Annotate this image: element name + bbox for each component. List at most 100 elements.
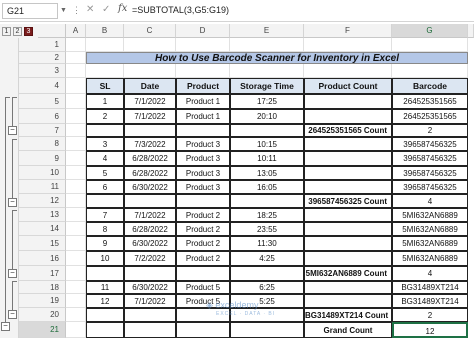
cell-date[interactable]: 7/1/2022 [124,94,176,109]
cell-barcode[interactable]: 264525351565 [392,94,468,109]
cell-time[interactable]: 16:05 [230,180,304,194]
cell-product[interactable]: Product 1 [176,109,230,124]
cell-sl[interactable]: 1 [86,94,124,109]
cell-date[interactable]: 6/30/2022 [124,180,176,194]
cell-barcode[interactable]: 396587456325 [392,151,468,166]
grid-cell[interactable] [176,64,230,78]
select-all-button[interactable] [38,24,66,38]
row-header-4[interactable]: 4 [19,78,66,94]
cell-count[interactable] [304,281,392,294]
grid-cell[interactable] [86,38,124,52]
cell-time[interactable]: 20:10 [230,109,304,124]
cell-barcode[interactable]: 12 [392,322,468,338]
grid-cell[interactable] [66,322,86,338]
grid-cell[interactable] [66,294,86,308]
grid-cell[interactable] [66,180,86,194]
cell-barcode[interactable]: 5MI632AN6889 [392,208,468,222]
cell-date[interactable] [124,266,176,281]
column-header-e[interactable]: E [230,24,304,38]
grid-cell[interactable] [66,251,86,266]
row-header-5[interactable]: 5 [19,94,66,109]
grid-cell[interactable] [66,52,86,64]
grid-cell[interactable] [124,64,176,78]
cell-product[interactable]: Product 3 [176,151,230,166]
row-header-14[interactable]: 14 [19,222,66,236]
cell-sl[interactable] [86,124,124,137]
cell-count[interactable] [304,294,392,308]
outline-level-2-button[interactable]: 2 [13,27,22,36]
cell-product[interactable]: Product 3 [176,166,230,180]
cell-barcode[interactable]: BG31489XT214 [392,281,468,294]
cell-date[interactable] [124,308,176,322]
cell-product[interactable]: Product 2 [176,208,230,222]
row-header-1[interactable]: 1 [19,38,66,52]
cell-count[interactable]: 264525351565 Count [304,124,392,137]
cell-date[interactable]: 7/2/2022 [124,251,176,266]
cell-sl[interactable]: 6 [86,180,124,194]
grid-cell[interactable] [230,64,304,78]
cell-time[interactable]: 23:55 [230,222,304,236]
grid-cell[interactable] [66,94,86,109]
cancel-icon[interactable]: ✕ [86,4,94,15]
row-header-11[interactable]: 11 [19,180,66,194]
formula-input[interactable]: =SUBTOTAL(3,G5:G19) [132,5,229,15]
cell-barcode[interactable]: 264525351565 [392,109,468,124]
cell-date[interactable]: 7/1/2022 [124,208,176,222]
cell-date[interactable]: 6/28/2022 [124,151,176,166]
cell-sl[interactable]: 3 [86,137,124,151]
row-header-12[interactable]: 12 [19,194,66,208]
collapse-outer-group-button[interactable]: − [1,322,10,331]
name-box[interactable]: G21 [2,3,58,19]
grid-cell[interactable] [304,64,392,78]
row-header-13[interactable]: 13 [19,208,66,222]
grid-cell[interactable] [66,194,86,208]
grid-cell[interactable] [66,64,86,78]
cell-sl[interactable] [86,194,124,208]
cell-sl[interactable]: 2 [86,109,124,124]
cell-sl[interactable] [86,322,124,338]
cell-product[interactable]: Product 2 [176,236,230,251]
cell-count[interactable] [304,222,392,236]
grid-cell[interactable] [230,38,304,52]
grid-cell[interactable] [66,166,86,180]
cell-count[interactable] [304,166,392,180]
cell-sl[interactable]: 5 [86,166,124,180]
cell-time[interactable] [230,322,304,338]
cell-date[interactable]: 7/1/2022 [124,294,176,308]
row-header-18[interactable]: 18 [19,281,66,294]
cell-product[interactable]: Product 3 [176,137,230,151]
cell-date[interactable] [124,124,176,137]
cell-barcode[interactable]: 396587456325 [392,166,468,180]
cell-time[interactable]: 13:05 [230,166,304,180]
cell-count[interactable]: Grand Count [304,322,392,338]
row-header-19[interactable]: 19 [19,294,66,308]
cell-date[interactable] [124,194,176,208]
cell-sl[interactable] [86,266,124,281]
cell-time[interactable] [230,194,304,208]
grid-cell[interactable] [66,124,86,137]
column-header-g[interactable]: G [392,24,468,38]
row-header-20[interactable]: 20 [19,308,66,322]
cell-product[interactable] [176,266,230,281]
grid-cell[interactable] [66,308,86,322]
outline-level-3-button[interactable]: 3 [24,27,33,36]
cell-sl[interactable]: 12 [86,294,124,308]
cell-date[interactable]: 6/28/2022 [124,222,176,236]
cell-product[interactable]: Product 3 [176,180,230,194]
column-header-b[interactable]: B [86,24,124,38]
grid-cell[interactable] [66,236,86,251]
cell-time[interactable]: 10:15 [230,137,304,151]
cell-sl[interactable]: 9 [86,236,124,251]
cell-count[interactable] [304,109,392,124]
grid-cell[interactable] [66,222,86,236]
grid-cell[interactable] [176,38,230,52]
column-header-f[interactable]: F [304,24,392,38]
cell-barcode[interactable]: 5MI632AN6889 [392,236,468,251]
column-header-a[interactable]: A [66,24,86,38]
cell-time[interactable] [230,124,304,137]
row-header-15[interactable]: 15 [19,236,66,251]
cell-count[interactable] [304,251,392,266]
grid-cell[interactable] [66,78,86,94]
cell-count[interactable] [304,236,392,251]
grid-cell[interactable] [392,64,468,78]
